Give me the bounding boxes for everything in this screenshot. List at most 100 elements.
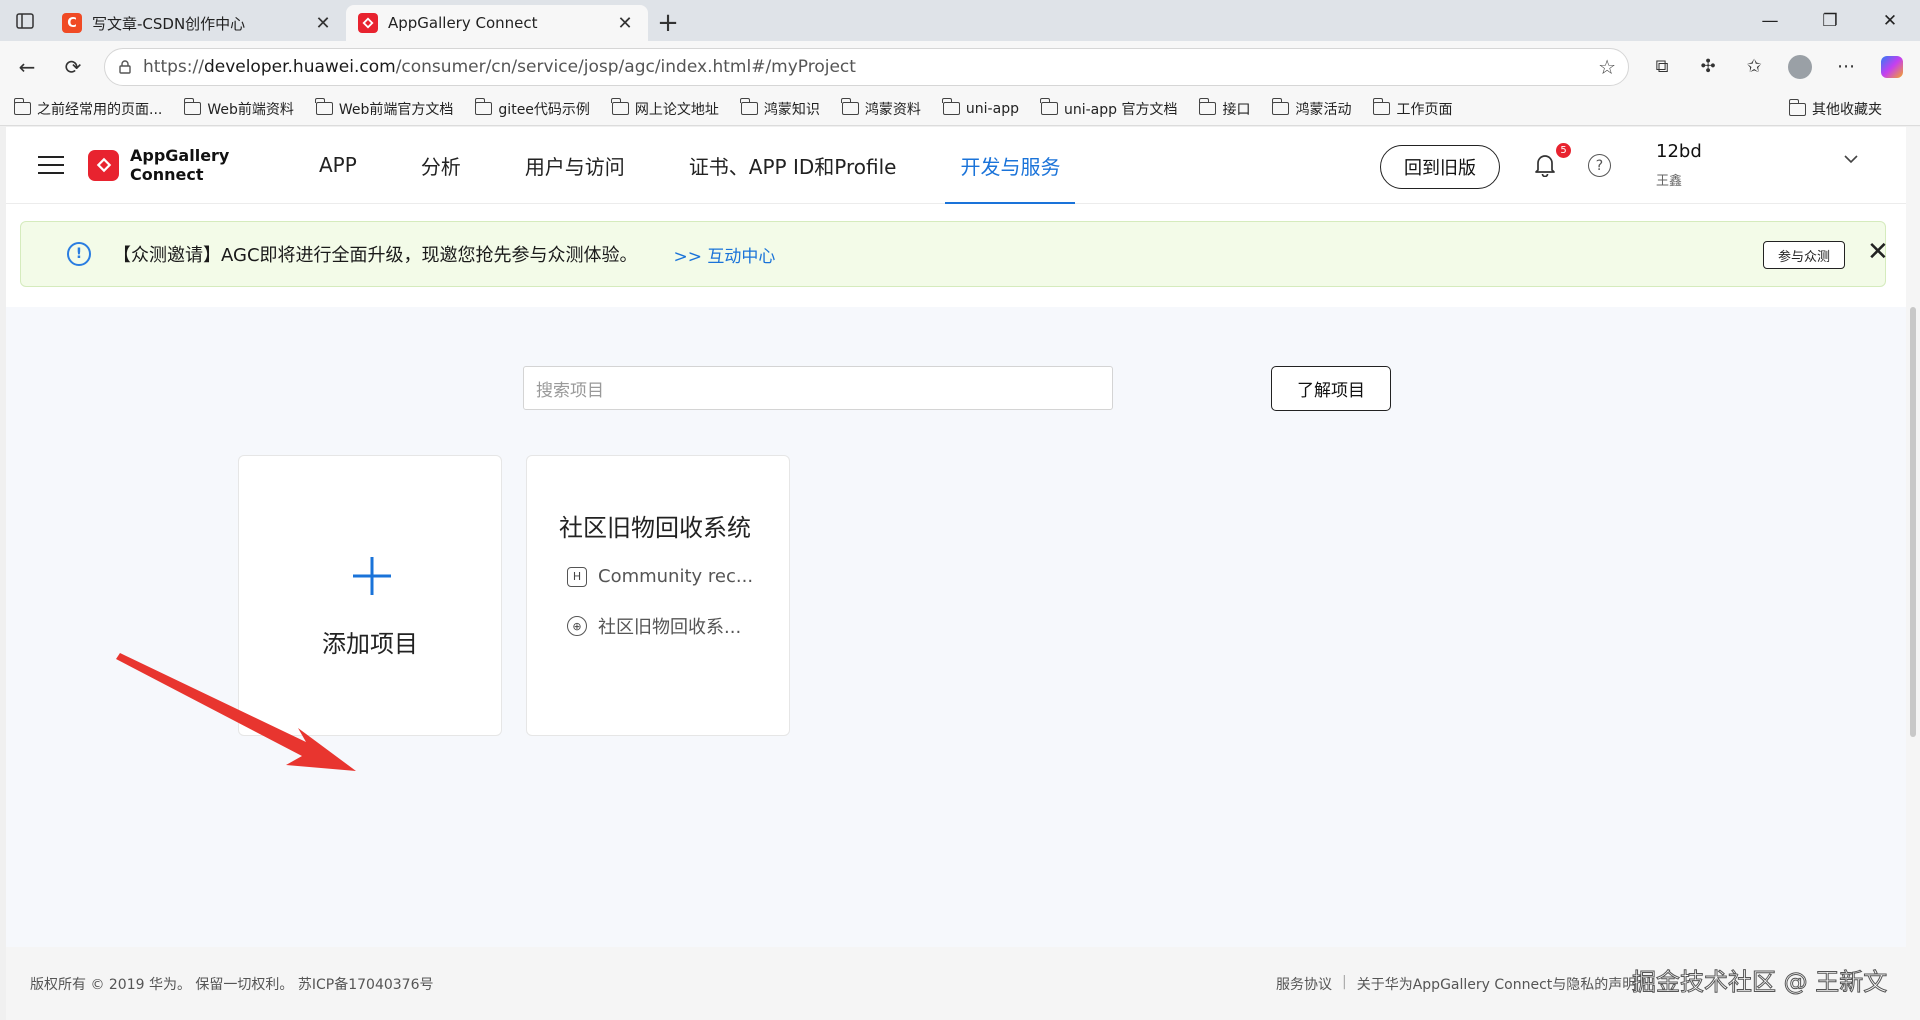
new-tab-icon[interactable]: +: [648, 5, 688, 41]
bookmark-folder[interactable]: Web前端官方文档: [315, 98, 453, 119]
minimize-icon[interactable]: —: [1740, 0, 1800, 41]
folder-icon: [1372, 98, 1391, 115]
user-account[interactable]: 12bd 王鑫: [1656, 141, 1702, 189]
tab-title: AppGallery Connect: [388, 14, 538, 32]
browser-tab-strip: C 写文章-CSDN创作中心 ✕ AppGallery Connect ✕ + …: [0, 0, 1920, 41]
project-app-row[interactable]: H Community rec...: [567, 566, 753, 587]
tab-actions-icon[interactable]: [0, 0, 50, 41]
globe-icon: ⊕: [567, 616, 587, 636]
watermark: 掘金技术社区 @ 王新文: [1631, 968, 1888, 997]
folder-icon: [1040, 98, 1058, 115]
chevron-down-icon[interactable]: [1844, 155, 1858, 164]
footer-divider: |: [1342, 973, 1347, 990]
close-tab-icon[interactable]: ✕: [312, 13, 334, 34]
privacy-statement-link[interactable]: 关于华为AppGallery Connect与隐私的声明: [1357, 974, 1637, 994]
bookmark-folder[interactable]: 之前经常用的页面...: [13, 98, 162, 119]
bookmark-folder[interactable]: gitee代码示例: [474, 98, 590, 119]
menu-hamburger-icon[interactable]: [38, 150, 64, 180]
bookmark-folder[interactable]: 接口: [1198, 98, 1250, 119]
tab-title: 写文章-CSDN创作中心: [92, 14, 246, 33]
folder-icon: [13, 98, 31, 115]
close-tab-icon[interactable]: ✕: [614, 13, 636, 34]
brand-name[interactable]: AppGallery Connect: [130, 146, 300, 184]
browser-tab-appgallery[interactable]: AppGallery Connect ✕: [346, 5, 648, 41]
split-screen-icon[interactable]: ⧉: [1639, 47, 1685, 87]
csdn-favicon-icon: C: [62, 13, 82, 33]
notification-bell-icon[interactable]: [1534, 153, 1556, 177]
folder-icon: [1788, 98, 1806, 116]
harmony-app-icon: H: [567, 566, 587, 587]
back-icon[interactable]: ←: [4, 47, 50, 87]
page-footer: 版权所有 © 2019 华为。 保留一切权利。 苏ICP备17040376号 服…: [6, 947, 1906, 1020]
browser-toolbar: ← ⟳ https://developer.huawei.com/consume…: [0, 41, 1920, 92]
bookmark-folder[interactable]: 鸿蒙资料: [841, 98, 921, 119]
extensions-icon[interactable]: ✣: [1685, 47, 1731, 87]
address-bar[interactable]: https://developer.huawei.com/consumer/cn…: [104, 47, 1629, 86]
help-icon[interactable]: ?: [1588, 154, 1611, 177]
search-input[interactable]: 搜索项目: [523, 366, 1113, 410]
folder-icon: [841, 98, 859, 115]
interaction-center-link[interactable]: >> 互动中心: [674, 242, 776, 267]
project-title: 社区旧物回收系统: [559, 514, 751, 542]
folder-icon: [183, 98, 202, 115]
project-web-name: 社区旧物回收系...: [598, 617, 742, 638]
url-text: https://developer.huawei.com/consumer/cn…: [143, 56, 856, 77]
nav-analytics[interactable]: 分析: [406, 127, 476, 204]
nav-users-access[interactable]: 用户与访问: [510, 127, 640, 204]
bookmark-folder[interactable]: 鸿蒙知识: [740, 98, 820, 119]
back-to-old-version-button[interactable]: 回到旧版: [1380, 145, 1500, 189]
project-card[interactable]: 社区旧物回收系统 H Community rec... ⊕ 社区旧物回收系...: [526, 455, 790, 736]
project-web-row[interactable]: ⊕ 社区旧物回收系...: [567, 613, 741, 639]
footer-links: 服务协议 | 关于华为AppGallery Connect与隐私的声明: [1276, 974, 1636, 994]
scrollbar-thumb[interactable]: [1910, 307, 1916, 737]
restore-icon[interactable]: ❐: [1800, 0, 1860, 41]
join-crowd-test-button[interactable]: 参与众测: [1763, 241, 1845, 269]
notice-message: 【众测邀请】AGC即将进行全面升级，现邀您抢先参与众测体验。: [113, 245, 638, 266]
other-favorites-folder[interactable]: 其他收藏夹: [1788, 92, 1882, 126]
bookmark-folder[interactable]: Web前端资料: [183, 98, 294, 119]
folder-icon: [315, 98, 333, 115]
notification-badge: 5: [1556, 143, 1571, 158]
nav-certificates[interactable]: 证书、APP ID和Profile: [674, 127, 912, 204]
copyright-text: 版权所有 © 2019 华为。 保留一切权利。 苏ICP备17040376号: [30, 976, 434, 993]
bookmark-folder[interactable]: 工作页面: [1372, 98, 1452, 119]
window-controls: — ❐ ✕: [1740, 0, 1920, 41]
page-scrollbar[interactable]: [1906, 127, 1920, 1020]
folder-icon: [1198, 98, 1217, 115]
appgallery-favicon-icon: [358, 13, 378, 33]
close-window-icon[interactable]: ✕: [1860, 0, 1920, 41]
bookmark-folder[interactable]: uni-app 官方文档: [1040, 98, 1177, 119]
bookmark-folder[interactable]: 鸿蒙活动: [1271, 98, 1351, 119]
bookmark-folder[interactable]: 网上论文地址: [611, 98, 719, 119]
folder-icon: [942, 98, 960, 115]
appgallery-logo-icon[interactable]: [88, 149, 119, 181]
favorites-icon[interactable]: ✩: [1731, 47, 1777, 87]
folder-icon: [474, 98, 493, 115]
learn-projects-button[interactable]: 了解项目: [1271, 366, 1391, 411]
info-icon: !: [67, 242, 91, 266]
close-icon[interactable]: ✕: [1867, 237, 1889, 267]
crowd-test-notice: ! 【众测邀请】AGC即将进行全面升级，现邀您抢先参与众测体验。 >> 互动中心…: [20, 221, 1889, 287]
main-nav: APP 分析 用户与访问 证书、APP ID和Profile 开发与服务: [304, 127, 1109, 204]
more-menu-icon[interactable]: ⋯: [1823, 47, 1869, 87]
project-app-name: Community rec...: [598, 566, 754, 587]
page-content: AppGallery Connect APP 分析 用户与访问 证书、APP I…: [6, 127, 1906, 1020]
nav-app[interactable]: APP: [304, 127, 372, 204]
reload-icon[interactable]: ⟳: [50, 47, 96, 87]
browser-tab-csdn[interactable]: C 写文章-CSDN创作中心 ✕: [50, 5, 346, 41]
profile-avatar-icon[interactable]: [1777, 47, 1823, 87]
site-info-icon[interactable]: [117, 59, 133, 75]
service-agreement-link[interactable]: 服务协议: [1276, 974, 1332, 994]
app-header: AppGallery Connect APP 分析 用户与访问 证书、APP I…: [6, 127, 1906, 204]
bookmark-folder[interactable]: uni-app: [942, 98, 1019, 117]
project-area: 搜索项目 了解项目 添加项目 社区旧物回收系统 H Community rec.…: [6, 307, 1906, 947]
user-subname: 王鑫: [1656, 174, 1683, 189]
copilot-icon[interactable]: [1869, 47, 1915, 87]
favorite-star-icon[interactable]: ☆: [1598, 55, 1616, 79]
plus-icon: [351, 555, 393, 597]
bookmarks-bar: 之前经常用的页面... Web前端资料 Web前端官方文档 gitee代码示例 …: [0, 92, 1920, 126]
user-name: 12bd: [1656, 141, 1702, 162]
folder-icon: [1271, 98, 1290, 115]
folder-icon: [740, 98, 758, 115]
nav-develop-services[interactable]: 开发与服务: [945, 127, 1076, 204]
